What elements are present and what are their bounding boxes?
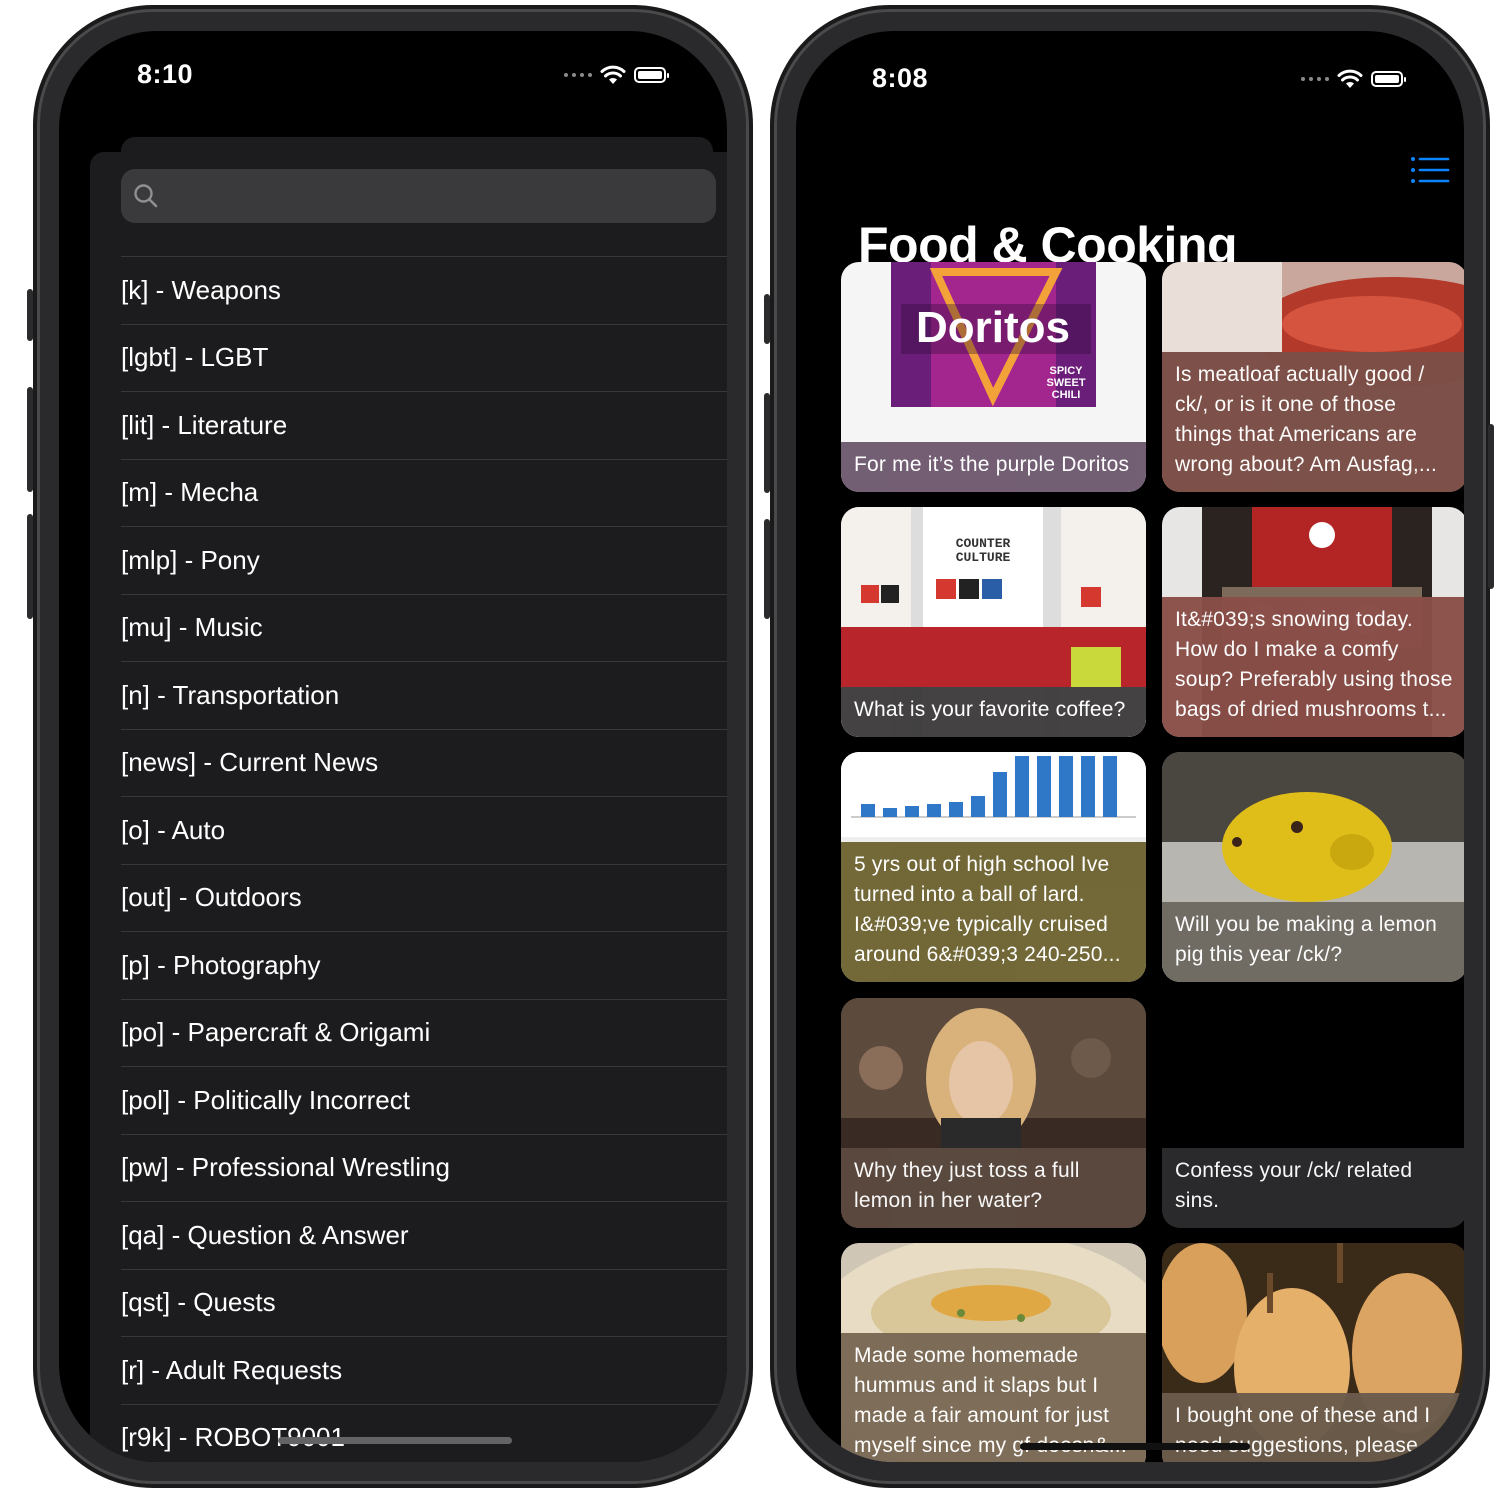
thread-caption: For me it’s the purple Doritos — [841, 442, 1146, 492]
thread-card[interactable]: I bought one of these and I need suggest… — [1162, 1243, 1464, 1462]
board-list-item[interactable]: [lgbt] - LGBT — [121, 323, 727, 392]
board-list-item[interactable]: [qst] - Quests — [121, 1268, 727, 1337]
svg-text:CHILI: CHILI — [1052, 389, 1081, 401]
power-button — [1488, 424, 1494, 589]
thread-caption: Will you be making a lemon pig this year… — [1162, 902, 1464, 982]
thread-card[interactable]: 5 yrs out of high school Ive turned into… — [841, 752, 1146, 982]
signal-dots-icon — [564, 73, 592, 77]
thread-card[interactable]: Why they just toss a full lemon in her w… — [841, 998, 1146, 1228]
thread-card[interactable]: Will you be making a lemon pig this year… — [1162, 752, 1464, 982]
board-list-item[interactable]: [po] - Papercraft & Origami — [121, 998, 727, 1067]
board-list: [k] - Weapons [lgbt] - LGBT [lit] - Litera… — [121, 256, 727, 1462]
thread-caption-text: For me it’s the purple Doritos — [854, 453, 1130, 476]
thread-caption: Why they just toss a full lemon in her w… — [841, 1148, 1146, 1228]
thread-caption: 5 yrs out of high school Ive turned into… — [841, 842, 1146, 982]
volume-down-button — [764, 519, 770, 619]
thread-caption: I bought one of these and I need suggest… — [1162, 1393, 1464, 1462]
status-time: 8:08 — [872, 63, 929, 93]
board-list-item[interactable]: [k] - Weapons — [121, 256, 727, 324]
thread-caption: It&#039;s snowing today. How do I make a… — [1162, 597, 1464, 737]
board-list-item[interactable]: [lit] - Literature — [121, 391, 727, 459]
svg-text:Doritos: Doritos — [916, 303, 1070, 352]
status-icons — [1301, 69, 1406, 89]
battery-icon — [634, 67, 669, 83]
left-phone-frame: 8:10 [k] - Weapons [lgbt] - LGBT [lit] - L… — [27, 5, 753, 1488]
thread-caption-text: Will you be making a lemon pig this year… — [1175, 913, 1437, 966]
thread-caption-text: It&#039;s snowing today. How do I make a… — [1175, 608, 1453, 721]
thread-caption-text: What is your favorite coffee? — [854, 698, 1126, 721]
search-bar[interactable] — [121, 169, 716, 223]
board-list-item[interactable]: [qa] - Question & Answer — [121, 1201, 727, 1269]
wifi-icon — [600, 65, 626, 84]
volume-up-button — [764, 393, 770, 493]
battery-icon — [1371, 71, 1406, 87]
right-screen: 8:08 Food & Cooking Doritos SPICY SWEET … — [796, 31, 1464, 1462]
board-list-item[interactable]: [r9k] - ROBOT9001 — [121, 1403, 727, 1463]
svg-text:CULTURE: CULTURE — [956, 550, 1011, 565]
mute-switch — [27, 289, 33, 341]
left-screen: 8:10 [k] - Weapons [lgbt] - LGBT [lit] - L… — [59, 31, 727, 1462]
board-list-item[interactable]: [pol] - Politically Incorrect — [121, 1066, 727, 1134]
home-indicator — [1020, 1443, 1250, 1450]
thread-caption: What is your favorite coffee? — [841, 687, 1146, 737]
home-indicator — [278, 1437, 512, 1444]
thread-caption-text: Is meatloaf actually good / ck/, or is i… — [1175, 363, 1438, 476]
svg-text:COUNTER: COUNTER — [956, 536, 1011, 551]
thread-card[interactable]: It&#039;s snowing today. How do I make a… — [1162, 507, 1464, 737]
board-list-item[interactable]: [mlp] - Pony — [121, 526, 727, 594]
thread-caption: Confess your /ck/ related sins. — [1162, 1148, 1464, 1228]
board-list-item[interactable]: [r] - Adult Requests — [121, 1336, 727, 1404]
mute-switch — [764, 294, 770, 344]
thread-card[interactable]: Made some homemade hummus and it slaps b… — [841, 1243, 1146, 1462]
thread-caption-text: 5 yrs out of high school Ive turned into… — [854, 853, 1121, 966]
search-icon — [134, 184, 158, 208]
thread-caption: Is meatloaf actually good / ck/, or is i… — [1162, 352, 1464, 492]
board-list-item[interactable]: [p] - Photography — [121, 931, 727, 999]
thread-card[interactable]: COUNTER CULTURE What is your favorite cof… — [841, 507, 1146, 737]
thread-card[interactable]: Is meatloaf actually good / ck/, or is i… — [1162, 262, 1464, 492]
thread-caption-text: Why they just toss a full lemon in her w… — [854, 1159, 1080, 1212]
svg-text:SWEET: SWEET — [1046, 377, 1085, 389]
board-list-item[interactable]: [mu] - Music — [121, 593, 727, 662]
volume-down-button — [27, 514, 33, 619]
thread-caption-text: I bought one of these and I need suggest… — [1175, 1404, 1431, 1457]
board-picker-sheet: [k] - Weapons [lgbt] - LGBT [lit] - Litera… — [90, 152, 727, 1462]
board-list-item[interactable]: [o] - Auto — [121, 796, 727, 864]
board-list-item[interactable]: [m] - Mecha — [121, 458, 727, 527]
board-list-item[interactable]: [news] - Current News — [121, 728, 727, 797]
status-time: 8:10 — [137, 59, 194, 89]
wifi-icon — [1337, 69, 1363, 88]
search-input[interactable] — [171, 181, 695, 213]
thread-card[interactable]: Doritos SPICY SWEET CHILI For me it’s the… — [841, 262, 1146, 492]
board-list-item[interactable]: [pw] - Professional Wrestling — [121, 1133, 727, 1202]
board-list-item[interactable]: [n] - Transportation — [121, 661, 727, 729]
board-list-item[interactable]: [out] - Outdoors — [121, 863, 727, 932]
thread-caption-text: Confess your /ck/ related sins. — [1175, 1159, 1413, 1212]
svg-text:SPICY: SPICY — [1049, 365, 1083, 377]
right-phone-frame: 8:08 Food & Cooking Doritos SPICY SWEET … — [764, 5, 1494, 1488]
status-icons — [564, 65, 669, 85]
thread-card[interactable]: Confess your /ck/ related sins. — [1162, 998, 1464, 1228]
volume-up-button — [27, 387, 33, 492]
list-menu-icon[interactable] — [1410, 156, 1450, 186]
signal-dots-icon — [1301, 77, 1329, 81]
